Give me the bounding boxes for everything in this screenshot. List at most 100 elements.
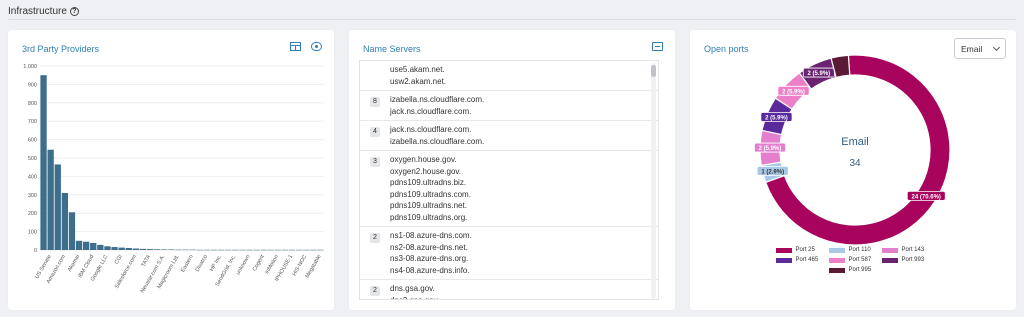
- bar[interactable]: [288, 249, 296, 251]
- legend-item[interactable]: Port 587: [828, 257, 882, 263]
- bar[interactable]: [310, 249, 317, 251]
- legend-item[interactable]: Port 993: [881, 257, 935, 263]
- nameservers-list[interactable]: use5.akam.net. usw2.akam.net. 8 izabella.ns…: [359, 60, 659, 300]
- bar[interactable]: [232, 249, 239, 251]
- legend-item[interactable]: Port 25: [775, 247, 829, 253]
- y-tick-label: 0: [34, 248, 37, 254]
- bar[interactable]: [196, 249, 203, 251]
- bar[interactable]: [54, 164, 61, 250]
- x-tick-label: Cogent: [252, 254, 266, 273]
- bar[interactable]: [303, 249, 310, 251]
- bar[interactable]: [61, 192, 68, 250]
- legend-item[interactable]: Port 110: [828, 247, 882, 253]
- bar[interactable]: [225, 249, 232, 251]
- bar[interactable]: [161, 249, 168, 250]
- bar[interactable]: [97, 244, 104, 250]
- providers-card: 3rd Party Providers 0 100 200 300 400 500 600 7…: [8, 30, 334, 310]
- bar[interactable]: [146, 249, 154, 250]
- legend-label: Port 995: [848, 267, 872, 273]
- nameserver-host: oxygen2.house.gov.: [390, 166, 462, 176]
- legend-item[interactable]: Port 995: [828, 267, 882, 273]
- bar[interactable]: [210, 249, 218, 251]
- slice-label: 24 (70.6%): [912, 194, 941, 200]
- y-tick-label: 600: [28, 138, 37, 144]
- slice-label: 2 (5.9%): [759, 146, 782, 152]
- x-tick-label: Divatco: [195, 254, 209, 273]
- bar[interactable]: [260, 249, 267, 251]
- nameserver-group: 2 ns1-08.azure-dns.com. ns2-08.azure-dns.n…: [360, 227, 658, 280]
- legend-swatch: [775, 247, 792, 253]
- legend-swatch: [881, 257, 898, 263]
- bar[interactable]: [118, 247, 125, 250]
- bar[interactable]: [246, 249, 253, 251]
- bar[interactable]: [125, 247, 132, 250]
- legend-label: Port 110: [848, 247, 871, 253]
- bar[interactable]: [189, 249, 196, 251]
- x-tick-label: unknown: [235, 254, 251, 276]
- count-badge: 3: [370, 157, 380, 167]
- nameserver-host: dns2.gsa.gov.: [390, 295, 440, 300]
- bar[interactable]: [47, 149, 54, 250]
- legend-label: Port 587: [848, 257, 872, 263]
- bar[interactable]: [267, 249, 274, 251]
- nameserver-host: oxygen.house.gov.: [390, 155, 457, 164]
- bar[interactable]: [104, 246, 111, 250]
- bar[interactable]: [40, 75, 47, 250]
- bar[interactable]: [175, 249, 182, 251]
- section-title: Infrastructure: [8, 5, 67, 17]
- question-circle-icon[interactable]: ?: [69, 6, 79, 16]
- bar[interactable]: [239, 249, 246, 251]
- bar[interactable]: [182, 249, 189, 251]
- x-tick-label: HP Inc.: [209, 254, 223, 273]
- bar[interactable]: [168, 249, 175, 250]
- nameserver-host: jack.ns.cloudflare.com.: [390, 106, 472, 116]
- bar[interactable]: [90, 243, 97, 250]
- legend-label: Port 993: [901, 257, 925, 263]
- y-tick-label: 300: [28, 193, 37, 199]
- card-icon[interactable]: [652, 42, 663, 51]
- bar[interactable]: [274, 249, 281, 251]
- nameserver-group: use5.akam.net. usw2.akam.net.: [360, 61, 658, 91]
- bar[interactable]: [203, 249, 210, 251]
- legend-swatch: [881, 247, 898, 253]
- bar[interactable]: [253, 249, 260, 251]
- nameserver-host: ns3-08.azure-dns.org.: [390, 254, 469, 263]
- bar[interactable]: [281, 249, 289, 251]
- bar[interactable]: [317, 249, 324, 251]
- nameserver-host: use5.akam.net.: [390, 65, 445, 74]
- bar[interactable]: [154, 249, 161, 250]
- openports-card: Open ports Email Email 34 24 (70.6%) 1 (2…: [690, 30, 1016, 310]
- x-tick-label: Eastern: [180, 254, 195, 273]
- bar[interactable]: [111, 247, 118, 250]
- scrollbar-thumb[interactable]: [651, 65, 656, 77]
- count-badge: 2: [370, 233, 380, 243]
- legend-swatch: [775, 257, 792, 263]
- nameserver-group: 8 izabella.ns.cloudflare.com. jack.ns.clou…: [360, 91, 658, 121]
- legend-swatch: [828, 257, 845, 263]
- section-header: Infrastructure ?: [8, 3, 1016, 20]
- y-tick-label: 800: [28, 101, 37, 107]
- bar[interactable]: [139, 248, 147, 250]
- nameserver-host: pdns109.ultradns.com.: [390, 189, 471, 199]
- donut-center-value: 34: [849, 158, 861, 169]
- scrollbar[interactable]: [651, 63, 656, 299]
- openports-donut-chart: Email 34 24 (70.6%) 1 (2.9%) 2 (5.9%) 2 (5.…: [754, 54, 951, 246]
- legend-item[interactable]: Port 143: [881, 247, 935, 253]
- bar[interactable]: [83, 241, 90, 250]
- x-tick-label: CGI: [114, 254, 124, 266]
- nameserver-host: ns1-08.azure-dns.com.: [390, 231, 472, 240]
- providers-bar-chart: 01002003004005006007008009001,000US Sena…: [23, 64, 324, 294]
- legend-item[interactable]: Port 465: [775, 257, 829, 263]
- count-badge: 2: [370, 286, 380, 296]
- legend-label: Port 143: [901, 247, 925, 253]
- x-tick-label: Akamai: [67, 254, 81, 273]
- nameservers-title: Name Servers: [363, 44, 421, 54]
- bar[interactable]: [296, 249, 303, 251]
- bar[interactable]: [68, 212, 76, 250]
- bar[interactable]: [75, 240, 83, 250]
- legend-swatch: [828, 247, 845, 253]
- nameserver-host: izabella.ns.cloudflare.com.: [390, 95, 485, 104]
- bar[interactable]: [217, 249, 225, 251]
- bar[interactable]: [132, 248, 139, 250]
- nameservers-card: Name Servers use5.akam.net. usw2.akam.net…: [349, 30, 675, 310]
